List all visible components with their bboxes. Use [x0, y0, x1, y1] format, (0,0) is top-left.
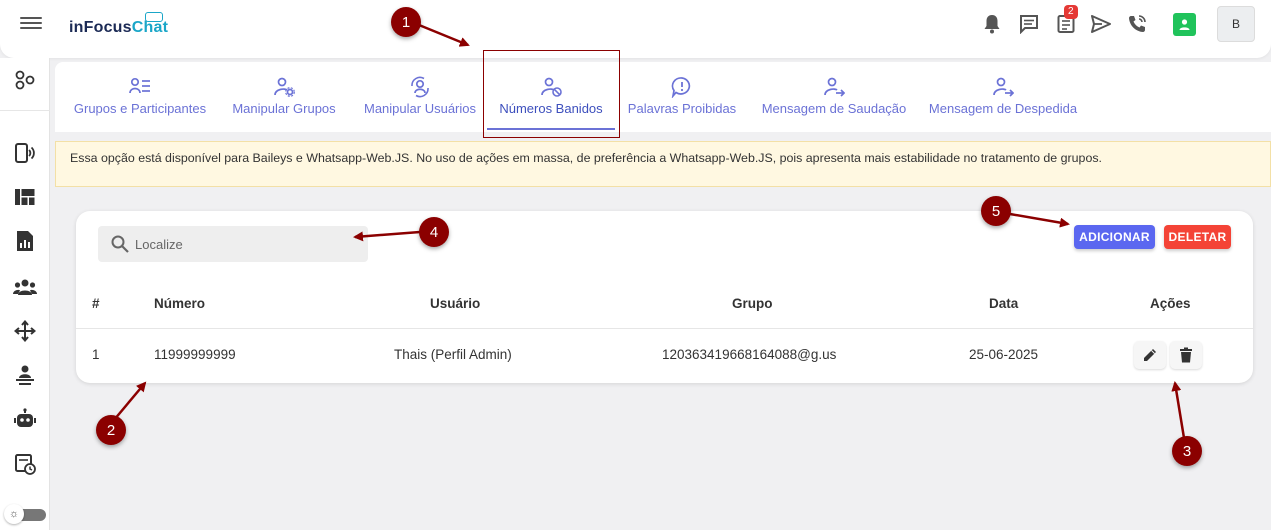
tab-label: Manipular Usuários	[364, 101, 476, 116]
groups-hub-icon[interactable]	[13, 68, 37, 92]
menu-icon[interactable]	[20, 14, 42, 32]
list-user-icon	[129, 76, 151, 98]
tab-grupos-participantes[interactable]: Grupos e Participantes	[67, 62, 213, 132]
annotation-marker-1: 1	[391, 7, 421, 37]
column-header-numero: Número	[154, 296, 206, 311]
cell-usuario: Thais (Perfil Admin)	[394, 347, 512, 362]
tab-mensagem-saudacao[interactable]: Mensagem de Saudação	[759, 62, 909, 132]
column-header-usuario: Usuário	[430, 296, 481, 311]
table-divider	[76, 328, 1253, 329]
dashboard-icon[interactable]	[13, 185, 37, 209]
schedule-history-icon[interactable]	[13, 452, 37, 476]
chat-alert-icon	[671, 76, 693, 98]
tab-manipular-grupos[interactable]: Manipular Grupos	[227, 62, 341, 132]
cell-index: 1	[92, 347, 100, 362]
reports-icon[interactable]	[13, 229, 37, 253]
tab-palavras-proibidas[interactable]: Palavras Proibidas	[625, 62, 739, 132]
annotation-marker-2: 2	[96, 415, 126, 445]
tab-label: Mensagem de Despedida	[928, 101, 1078, 116]
sun-icon: ☼	[4, 504, 24, 524]
annotation-marker-4: 4	[419, 217, 449, 247]
tab-label: Palavras Proibidas	[627, 101, 737, 116]
send-icon[interactable]	[1090, 13, 1112, 35]
chat-icon[interactable]	[1018, 13, 1040, 35]
add-button[interactable]: ADICIONAR	[1074, 225, 1155, 249]
tab-label: Manipular Grupos	[232, 101, 336, 116]
flow-arrows-icon[interactable]	[13, 319, 37, 343]
logo-chat-bubble-icon	[145, 12, 163, 22]
tab-manipular-usuarios[interactable]: Manipular Usuários	[358, 62, 482, 132]
top-app-bar: inFocusChat 2 B	[0, 0, 1271, 58]
cell-numero: 11999999999	[154, 347, 236, 362]
phone-icon[interactable]	[1126, 13, 1148, 35]
arrow-3	[1171, 381, 1186, 439]
cell-grupo: 120363419668164088@g.us	[662, 347, 837, 362]
tab-label: Mensagem de Saudação	[761, 101, 907, 116]
annotation-marker-3: 3	[1172, 436, 1202, 466]
contact-status-icon[interactable]	[1173, 13, 1196, 36]
column-header-index: #	[92, 296, 100, 311]
banned-numbers-card: ADICIONAR DELETAR # Número Usuário Grupo…	[76, 211, 1253, 383]
delete-row-button[interactable]	[1170, 341, 1202, 369]
users-group-icon[interactable]	[13, 275, 37, 299]
user-arrow-icon	[992, 76, 1014, 98]
cell-data: 25-06-2025	[969, 347, 1039, 362]
search-icon	[110, 234, 130, 259]
sidebar: ☼	[0, 58, 50, 530]
search-field[interactable]	[98, 226, 368, 262]
search-input[interactable]	[135, 234, 355, 254]
sidebar-divider	[0, 110, 50, 111]
tab-mensagem-despedida[interactable]: Mensagem de Despedida	[927, 62, 1079, 132]
user-avatar[interactable]: B	[1217, 6, 1255, 42]
theme-toggle[interactable]: ☼	[4, 504, 46, 524]
notification-badge: 2	[1064, 5, 1078, 19]
arrow-2	[113, 381, 147, 421]
device-connection-icon[interactable]	[13, 141, 37, 165]
user-gear-icon	[273, 76, 295, 98]
column-header-data: Data	[989, 296, 1019, 311]
annotation-highlight-box	[483, 50, 620, 138]
annotation-marker-5: 5	[981, 196, 1011, 226]
user-desk-icon[interactable]	[13, 363, 37, 387]
column-header-acoes: Ações	[1150, 296, 1191, 311]
delete-button[interactable]: DELETAR	[1164, 225, 1231, 249]
robot-icon[interactable]	[13, 407, 37, 431]
tab-bar: Grupos e Participantes Manipular Grupos …	[55, 62, 1271, 132]
trash-icon	[1180, 347, 1192, 363]
column-header-grupo: Grupo	[732, 296, 773, 311]
info-notice: Essa opção está disponível para Baileys …	[55, 141, 1271, 187]
pencil-icon	[1144, 349, 1156, 361]
user-sync-icon	[409, 76, 431, 98]
tab-label: Grupos e Participantes	[73, 101, 207, 116]
edit-button[interactable]	[1134, 341, 1166, 369]
user-arrow-icon	[823, 76, 845, 98]
bell-icon[interactable]	[981, 13, 1003, 35]
